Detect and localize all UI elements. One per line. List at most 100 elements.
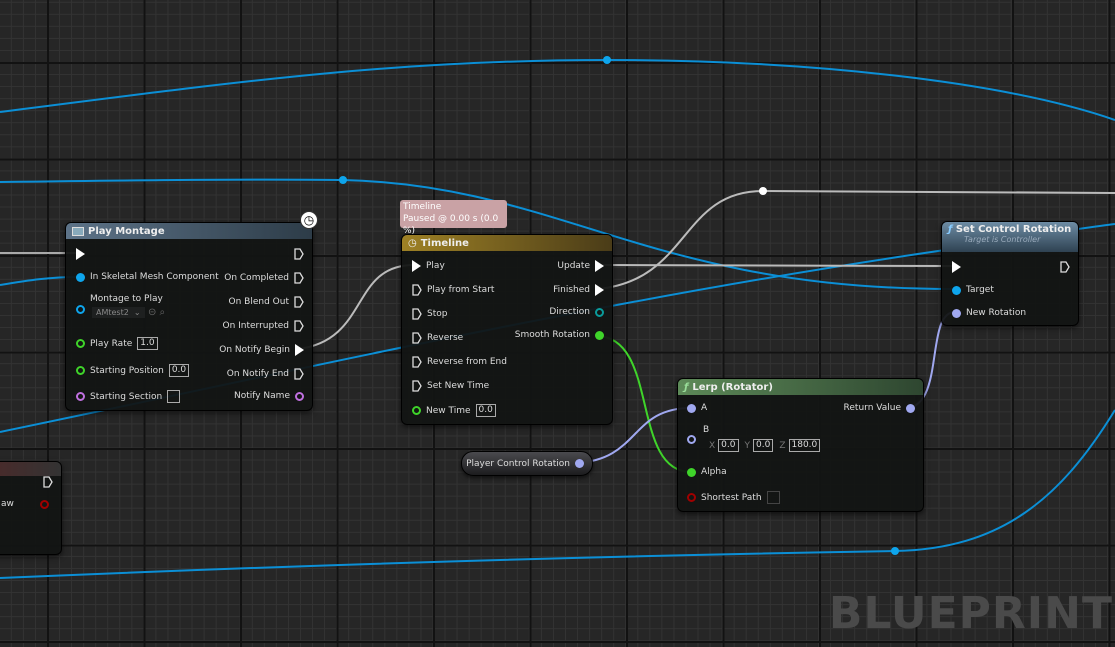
exec-out-pin[interactable]: [43, 476, 53, 488]
starting-section-pin[interactable]: Starting Section: [76, 390, 181, 403]
smooth-rotation-pin[interactable]: Smooth Rotation: [515, 330, 604, 340]
lerp-header[interactable]: ƒ Lerp (Rotator): [678, 379, 923, 395]
pin-label: Update: [557, 261, 590, 271]
partial-node[interactable]: aw: [0, 461, 62, 555]
reroute-knot[interactable]: [891, 547, 899, 555]
on-notify-begin-pin[interactable]: On Notify Begin: [219, 344, 304, 356]
shortest-path-pin[interactable]: Shortest Path: [687, 491, 780, 504]
node-title: Timeline: [420, 237, 469, 249]
play-from-start-pin[interactable]: Play from Start: [412, 284, 494, 296]
on-interrupted-pin[interactable]: On Interrupted: [222, 320, 304, 332]
pin-label: Montage to Play: [90, 293, 163, 304]
wire-object[interactable]: [0, 58, 1115, 121]
finished-pin[interactable]: Finished: [553, 284, 604, 296]
a-pin[interactable]: A: [687, 403, 707, 413]
timeline-node[interactable]: ◷ Timeline Play Play from Start Stop Reve…: [401, 234, 613, 425]
pin-label: Smooth Rotation: [514, 330, 590, 340]
new-rotation-pin[interactable]: New Rotation: [952, 308, 1026, 318]
node-title: Play Montage: [88, 225, 165, 237]
target-pin[interactable]: Target: [952, 285, 994, 295]
b-y-input[interactable]: 0.0: [753, 439, 774, 452]
pin-label: A: [701, 403, 708, 413]
blueprint-watermark: BLUEPRINT: [828, 588, 1113, 639]
update-pin[interactable]: Update: [557, 260, 604, 272]
bool-pin[interactable]: [40, 500, 49, 509]
pin-label: Alpha: [701, 467, 727, 477]
node-title: Lerp (Rotator): [692, 381, 773, 393]
alpha-pin[interactable]: Alpha: [687, 467, 727, 477]
direction-pin[interactable]: Direction: [549, 307, 604, 317]
pin-label: New Time: [426, 405, 471, 416]
pin-label: Return Value: [843, 403, 901, 413]
pin-label: Direction: [549, 307, 590, 317]
b-z-input[interactable]: 180.0: [788, 439, 821, 452]
reroute-knot[interactable]: [759, 187, 767, 195]
play-montage-node[interactable]: Play Montage ◷ In Skeletal Mesh Componen…: [65, 211, 318, 411]
on-blend-out-pin[interactable]: On Blend Out: [229, 296, 304, 308]
bubble-title: Timeline: [403, 202, 442, 212]
node-title: Set Control Rotation: [955, 224, 1072, 235]
pin-label: On Interrupted: [222, 321, 289, 331]
exec-in-pin[interactable]: [952, 261, 961, 273]
pin-label: Notify Name: [233, 391, 290, 401]
starting-position-pin[interactable]: Starting Position 0.0: [76, 364, 190, 377]
pin-label: On Notify End: [226, 369, 289, 379]
play-pin[interactable]: Play: [412, 260, 445, 272]
pin-label: On Blend Out: [228, 297, 289, 307]
reverse-pin[interactable]: Reverse: [412, 332, 463, 344]
timeline-header[interactable]: ◷ Timeline: [402, 235, 612, 251]
notify-name-pin[interactable]: Notify Name: [234, 391, 304, 401]
pin-label: B: [703, 425, 710, 435]
wire-object[interactable]: [0, 409, 1115, 579]
pin-label: Reverse from End: [427, 357, 507, 367]
b-x-input[interactable]: 0.0: [718, 439, 739, 452]
set-control-rotation-header[interactable]: ƒ Set Control Rotation Target is Control…: [942, 222, 1078, 252]
new-time-input[interactable]: 0.0: [475, 404, 496, 417]
wire-exec[interactable]: [297, 264, 415, 350]
pin-label: In Skeletal Mesh Component: [90, 272, 219, 282]
chevron-down-icon: ⌄: [133, 308, 141, 317]
player-control-rotation-node[interactable]: Player Control Rotation: [461, 451, 593, 476]
in-skeletal-mesh-pin[interactable]: In Skeletal Mesh Component: [76, 272, 219, 282]
b-pin[interactable]: [687, 435, 696, 444]
play-rate-input[interactable]: 1.0: [137, 337, 158, 350]
b-vector-inputs: X 0.0 Y 0.0 Z 180.0: [709, 439, 821, 452]
browse-icon[interactable]: ⊝ ⌕: [148, 307, 165, 318]
reroute-knot[interactable]: [603, 56, 611, 64]
play-rate-pin[interactable]: Play Rate 1.0: [76, 337, 158, 350]
partial-node-header: [0, 462, 61, 476]
montage-dropdown[interactable]: AMtest2 ⌄: [92, 307, 145, 318]
exec-out-pin[interactable]: [1060, 261, 1070, 273]
stop-pin[interactable]: Stop: [412, 308, 447, 320]
starting-position-input[interactable]: 0.0: [168, 364, 190, 377]
starting-section-input[interactable]: [167, 390, 181, 403]
variable-label: Player Control Rotation: [466, 458, 570, 469]
function-icon: ƒ: [948, 224, 953, 235]
lerp-rotator-node[interactable]: ƒ Lerp (Rotator) A B X 0.0 Y 0.0 Z 180.0 Alp…: [677, 378, 924, 512]
shortest-path-checkbox[interactable]: [766, 491, 780, 504]
pin-label: Play Rate: [90, 338, 133, 349]
montage-value: AMtest2: [96, 308, 129, 317]
pin-label: Stop: [427, 309, 448, 319]
set-control-rotation-node[interactable]: ƒ Set Control Rotation Target is Control…: [941, 221, 1079, 326]
montage-icon: [72, 226, 84, 236]
reverse-from-end-pin[interactable]: Reverse from End: [412, 356, 507, 368]
pin-label: Starting Position: [90, 365, 164, 376]
set-new-time-pin[interactable]: Set New Time: [412, 380, 489, 392]
clock-icon: ◷: [408, 237, 417, 249]
exec-out-pin[interactable]: [294, 248, 304, 260]
pin-label: Starting Section: [90, 391, 163, 402]
rotator-out-pin[interactable]: [575, 459, 584, 468]
pin-label: Play: [426, 261, 445, 271]
play-montage-header[interactable]: Play Montage: [66, 223, 312, 239]
on-completed-pin[interactable]: On Completed: [224, 272, 304, 284]
z-label: Z: [779, 440, 786, 451]
pin-label: New Rotation: [966, 308, 1027, 318]
wire-exec[interactable]: [597, 264, 954, 267]
on-notify-end-pin[interactable]: On Notify End: [227, 368, 304, 380]
reroute-knot[interactable]: [339, 176, 347, 184]
new-time-pin[interactable]: New Time 0.0: [412, 404, 496, 417]
function-icon: ƒ: [684, 381, 689, 393]
return-value-pin[interactable]: Return Value: [844, 403, 915, 413]
exec-in-pin[interactable]: [76, 248, 85, 260]
